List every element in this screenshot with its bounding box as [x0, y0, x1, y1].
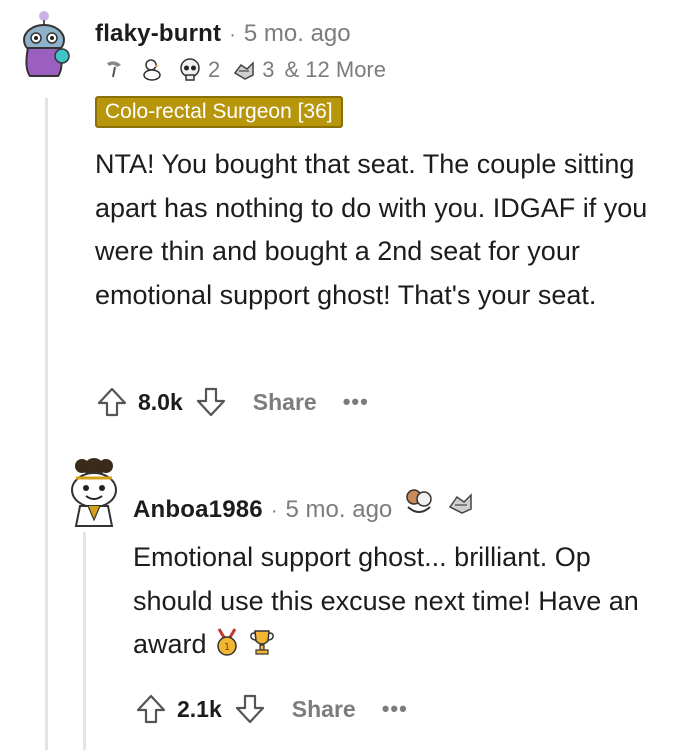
upvote-icon[interactable] — [131, 689, 171, 729]
avatar[interactable] — [14, 8, 74, 78]
comment-actions: 2.1k Share ••• — [131, 689, 408, 729]
downvote-icon[interactable] — [191, 382, 231, 422]
username[interactable]: Anboa1986 — [133, 496, 263, 524]
trophy-award-icon — [247, 627, 277, 671]
share-button[interactable]: Share — [253, 389, 317, 416]
upvote-icon[interactable] — [92, 382, 132, 422]
user-flair: Colo-rectal Surgeon [36] — [95, 96, 343, 128]
timestamp[interactable]: 5 mo. ago — [244, 20, 351, 48]
helpful-award-icon — [230, 56, 258, 84]
awards-row[interactable]: 2 3 & 12 More — [100, 56, 386, 84]
medal-award-icon: 1 — [213, 627, 241, 671]
comment-body: NTA! You bought that seat. The couple si… — [95, 149, 648, 310]
award-count: 2 — [208, 57, 221, 82]
separator: · — [270, 500, 278, 522]
award-count: 3 — [262, 57, 275, 82]
comment-actions: 8.0k Share ••• — [92, 382, 369, 422]
comment-body-text: Emotional support ghost... brilliant. Op… — [133, 542, 639, 659]
comment-meta: Anboa1986 · 5 mo. ago — [133, 487, 476, 524]
more-awards[interactable]: & 12 More — [285, 57, 387, 83]
helpful-award-icon — [446, 489, 476, 517]
snoo-award-icon — [100, 56, 128, 84]
hug-award-icon — [402, 487, 436, 517]
downvote-icon[interactable] — [230, 689, 270, 729]
vote-score: 2.1k — [177, 695, 222, 722]
svg-text:1: 1 — [223, 642, 229, 653]
vote-score: 8.0k — [138, 388, 183, 415]
timestamp[interactable]: 5 mo. ago — [286, 496, 393, 524]
comment-meta: flaky-burnt · 5 mo. ago — [95, 20, 351, 48]
share-button[interactable]: Share — [292, 696, 356, 723]
more-options-button[interactable]: ••• — [343, 389, 369, 415]
username[interactable]: flaky-burnt — [95, 20, 221, 48]
thread-line-1[interactable] — [45, 98, 48, 750]
avatar[interactable] — [58, 454, 130, 530]
skull-award-icon — [176, 56, 204, 84]
duck-award-icon — [138, 56, 166, 84]
comment-body: Emotional support ghost... brilliant. Op… — [133, 536, 653, 671]
separator: · — [229, 24, 236, 46]
thread-line-2[interactable] — [83, 532, 86, 750]
more-options-button[interactable]: ••• — [382, 696, 408, 722]
